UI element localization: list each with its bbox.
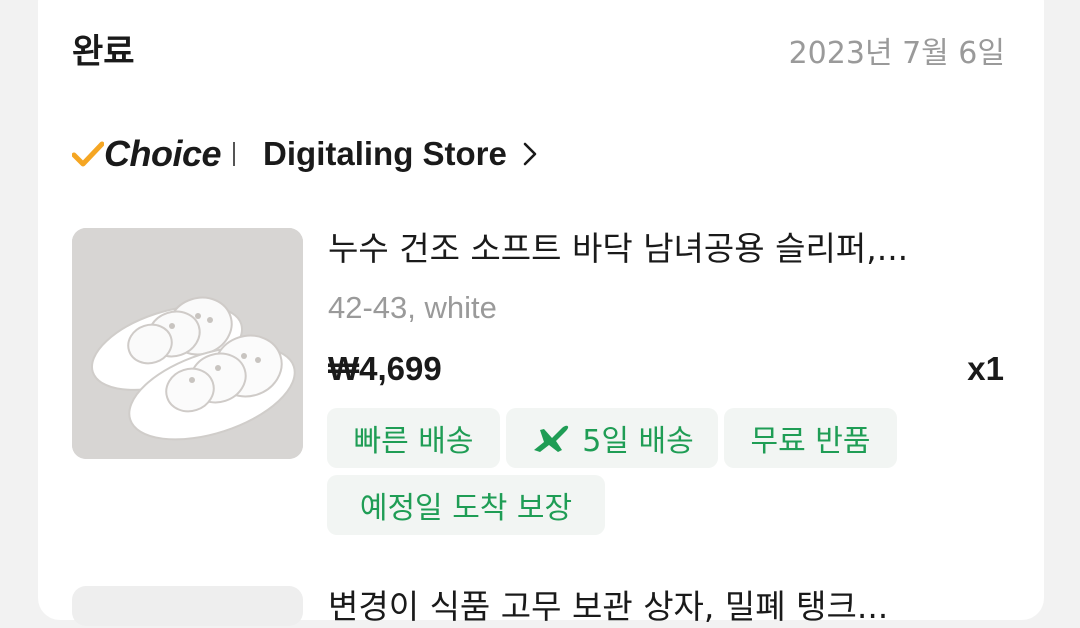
airplane-icon [534, 425, 569, 452]
order-status: 완료 [72, 32, 135, 72]
order-date: 2023년 7월 6일 [788, 36, 1005, 71]
product-title[interactable]: 누수 건조 소프트 바닥 남녀공용 슬리퍼,... [328, 222, 1008, 270]
tag-label: 무료 반품 [750, 424, 871, 459]
product-variant: 42-43, white [328, 290, 497, 325]
next-product-image[interactable] [72, 586, 303, 626]
tag-label: 5일 배송 [582, 424, 694, 459]
tag-label: 예정일 도착 보장 [359, 491, 573, 526]
next-product-title[interactable]: 변경이 식품 고무 보관 상자, 밀폐 탱크... [328, 580, 888, 628]
white-slippers-image [72, 228, 303, 459]
store-row[interactable]: Choice Digitaling Store [72, 128, 541, 180]
product-quantity: x1 [967, 350, 1004, 387]
tag-fast-delivery: 빠른 배송 [327, 408, 500, 468]
store-name-link[interactable]: Digitaling Store [263, 135, 507, 173]
product-image[interactable] [72, 228, 303, 459]
tag-label: 빠른 배송 [353, 424, 474, 459]
product-price: ₩4,699 [328, 350, 442, 387]
choice-badge-label: Choice [104, 133, 222, 174]
checkmark-icon [72, 141, 104, 167]
tag-free-return: 무료 반품 [724, 408, 897, 468]
tag-5-day-delivery: 5일 배송 [506, 408, 718, 468]
chevron-right-icon[interactable] [519, 139, 541, 169]
choice-badge: Choice [72, 133, 222, 175]
divider [233, 142, 236, 166]
tag-guaranteed-arrival: 예정일 도착 보장 [327, 475, 605, 535]
